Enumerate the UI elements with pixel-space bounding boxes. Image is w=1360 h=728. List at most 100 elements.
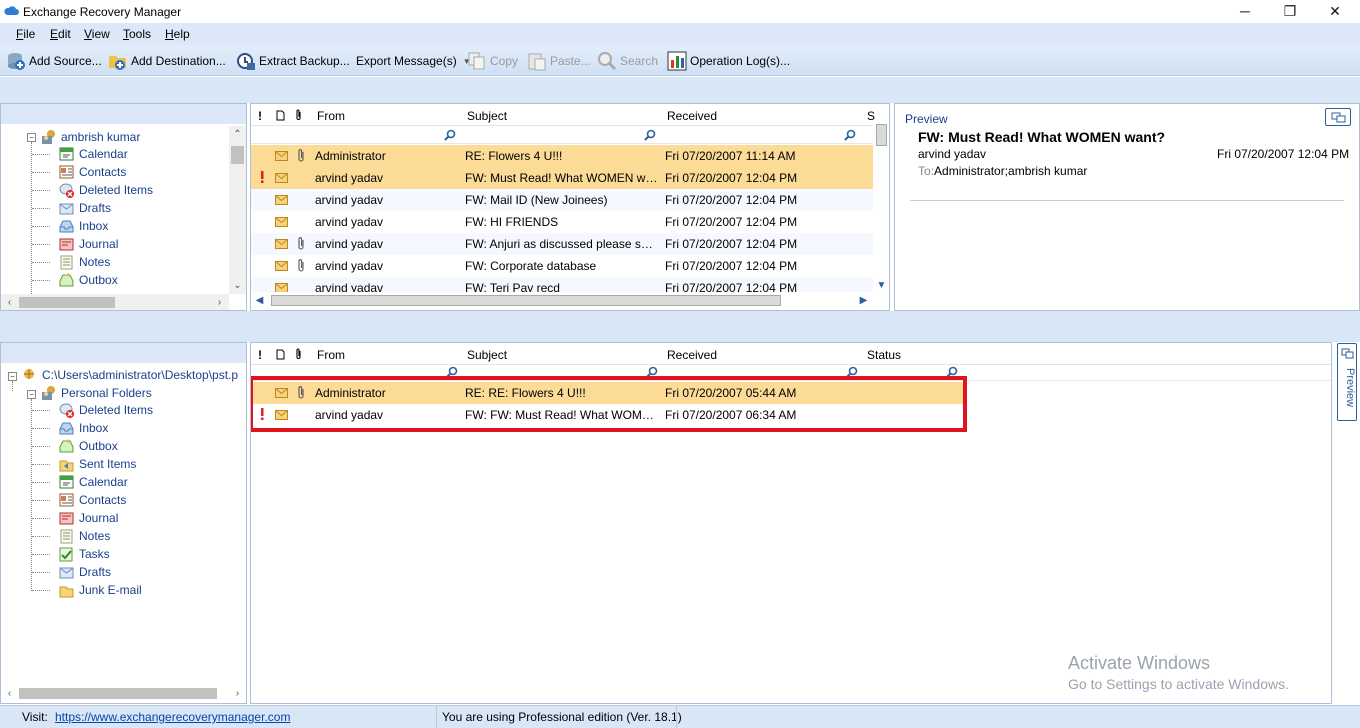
outbox-folder-icon <box>59 439 74 453</box>
collapse-icon[interactable]: − <box>27 390 36 399</box>
scroll-right-icon[interactable]: › <box>211 294 228 310</box>
copy-button[interactable]: Copy <box>467 51 518 71</box>
search-button[interactable]: Search <box>597 51 658 71</box>
tree-connector <box>32 226 50 227</box>
tree-item-contacts[interactable]: Contacts <box>58 164 126 180</box>
attachment-column-icon[interactable] <box>295 109 302 121</box>
collapse-icon[interactable]: − <box>27 133 36 142</box>
scroll-right-icon[interactable]: ▶ <box>855 292 872 309</box>
tree-item-notes[interactable]: Notes <box>58 254 110 270</box>
message-row[interactable]: arvind yadav FW: Anjuri as discussed plea… <box>251 233 873 255</box>
source-tree-hscroll[interactable]: ‹ › <box>1 294 229 310</box>
source-grid-vscroll[interactable]: ▼ <box>873 124 889 294</box>
notes-folder-icon <box>60 529 73 544</box>
scroll-thumb[interactable] <box>19 297 115 308</box>
from-column-header[interactable]: From <box>317 109 345 123</box>
message-row[interactable]: arvind yadav FW: Mail ID (New Joinees) Fri… <box>251 189 873 211</box>
add-source-button[interactable]: Add Source... <box>6 51 102 71</box>
tree-item-tasks[interactable]: Tasks <box>58 546 110 562</box>
filter-search-icon[interactable] <box>444 129 456 141</box>
menu-tools[interactable]: Tools <box>123 27 151 41</box>
tree-item-deleted-items[interactable]: Deleted Items <box>58 182 153 198</box>
menu-edit[interactable]: Edit <box>50 27 71 41</box>
status-column-header[interactable]: S <box>867 109 875 123</box>
scroll-left-icon[interactable]: ◀ <box>251 292 268 309</box>
scroll-left-icon[interactable]: ‹ <box>1 294 18 310</box>
tree-item-deleted-items[interactable]: Deleted Items <box>58 402 153 418</box>
subject-column-header[interactable]: Subject <box>467 109 507 123</box>
tree-item-contacts[interactable]: Contacts <box>58 492 126 508</box>
tree-item-inbox[interactable]: Inbox <box>58 218 108 234</box>
menu-help[interactable]: Help <box>165 27 190 41</box>
scroll-right-icon[interactable]: › <box>229 685 246 702</box>
tree-item-notes[interactable]: Notes <box>58 528 110 544</box>
detach-preview-button[interactable] <box>1325 108 1351 126</box>
extract-backup-button[interactable]: Extract Backup... <box>236 51 350 71</box>
paste-button[interactable]: Paste... <box>527 51 591 71</box>
tree-item-sent-items[interactable]: Sent Items <box>58 456 136 472</box>
tree-connector <box>32 410 50 411</box>
importance-column-header[interactable]: ! <box>258 348 262 362</box>
attachment-icon <box>298 237 304 250</box>
tree-item-outbox[interactable]: Outbox <box>58 438 118 454</box>
journal-folder-icon <box>59 512 74 525</box>
menu-file[interactable]: File <box>16 27 35 41</box>
filter-search-icon[interactable] <box>844 129 856 141</box>
destination-tree-hscroll[interactable]: ‹ › <box>1 685 246 702</box>
tree-item-journal[interactable]: Journal <box>58 236 118 252</box>
collapse-icon[interactable]: − <box>8 372 17 381</box>
tree-item-calendar[interactable]: Calendar <box>58 474 128 490</box>
tree-item-drafts[interactable]: Drafts <box>58 200 111 216</box>
document-type-icon[interactable] <box>276 110 285 121</box>
subject-column-header[interactable]: Subject <box>467 348 507 362</box>
scroll-up-icon[interactable]: ⌃ <box>229 126 246 143</box>
scroll-left-icon[interactable]: ‹ <box>1 685 18 702</box>
status-column-header[interactable]: Status <box>867 348 901 362</box>
menu-view[interactable]: View <box>84 27 110 41</box>
tree-connector <box>32 428 50 429</box>
scroll-thumb[interactable] <box>271 295 781 306</box>
tree-root-ambrish-kumar[interactable]: ambrish kumar <box>40 129 140 145</box>
source-grid-hscroll[interactable]: ◀ ▶ <box>251 292 873 309</box>
tree-item-inbox[interactable]: Inbox <box>58 420 108 436</box>
received-column-header[interactable]: Received <box>667 348 717 362</box>
message-row[interactable]: arvind yadav FW: HI FRIENDS Fri 07/20/2007… <box>251 211 873 233</box>
attachment-column-icon[interactable] <box>295 348 302 360</box>
scroll-thumb[interactable] <box>19 688 217 699</box>
document-type-icon[interactable] <box>276 349 285 360</box>
export-messages-button[interactable]: Export Message(s) ▼ <box>356 51 471 71</box>
sent-items-folder-icon <box>59 460 74 472</box>
tree-item-drafts[interactable]: Drafts <box>58 564 111 580</box>
tree-connector <box>31 142 32 294</box>
website-link[interactable]: https://www.exchangerecoverymanager.com <box>55 710 290 724</box>
tree-personal-folders[interactable]: Personal Folders <box>40 385 152 401</box>
message-row[interactable]: arvind yadav FW: Corporate database Fri 07… <box>251 255 873 277</box>
minimize-button[interactable]: ─ <box>1222 0 1268 23</box>
message-subject: FW: HI FRIENDS <box>465 215 559 229</box>
received-column-header[interactable]: Received <box>667 109 717 123</box>
outbox-folder-icon <box>59 273 74 287</box>
from-column-header[interactable]: From <box>317 348 345 362</box>
watermark-title: Activate Windows <box>1068 653 1211 673</box>
scroll-thumb[interactable] <box>876 124 887 146</box>
tree-root-pst-path[interactable]: C:\Users\administrator\Desktop\pst.p <box>21 367 238 383</box>
tree-item-journal[interactable]: Journal <box>58 510 118 526</box>
importance-column-header[interactable]: ! <box>258 109 262 123</box>
preview-to-row: To:Administrator;ambrish kumar <box>918 164 1087 178</box>
scroll-down-icon[interactable]: ▼ <box>873 277 889 294</box>
tree-connector <box>32 572 50 573</box>
maximize-button[interactable]: ❐ <box>1267 0 1313 23</box>
message-row[interactable]: Administrator RE: Flowers 4 U!!! Fri 07/20… <box>251 145 873 167</box>
source-tree-vscroll[interactable]: ⌃ ⌄ <box>229 126 246 294</box>
message-row[interactable]: arvind yadav FW: Must Read! What WOMEN wa… <box>251 167 873 189</box>
filter-search-icon[interactable] <box>644 129 656 141</box>
operation-logs-button[interactable]: Operation Log(s)... <box>667 51 790 71</box>
preview-side-tab[interactable]: Preview <box>1337 343 1357 421</box>
tree-item-junk-e-mail[interactable]: Junk E-mail <box>58 582 142 598</box>
tree-item-calendar[interactable]: Calendar <box>58 146 128 162</box>
scroll-down-icon[interactable]: ⌄ <box>229 277 246 294</box>
tree-item-outbox[interactable]: Outbox <box>58 272 118 288</box>
add-destination-button[interactable]: Add Destination... <box>108 51 226 71</box>
scroll-thumb[interactable] <box>231 146 244 164</box>
close-button[interactable]: ✕ <box>1312 0 1358 23</box>
